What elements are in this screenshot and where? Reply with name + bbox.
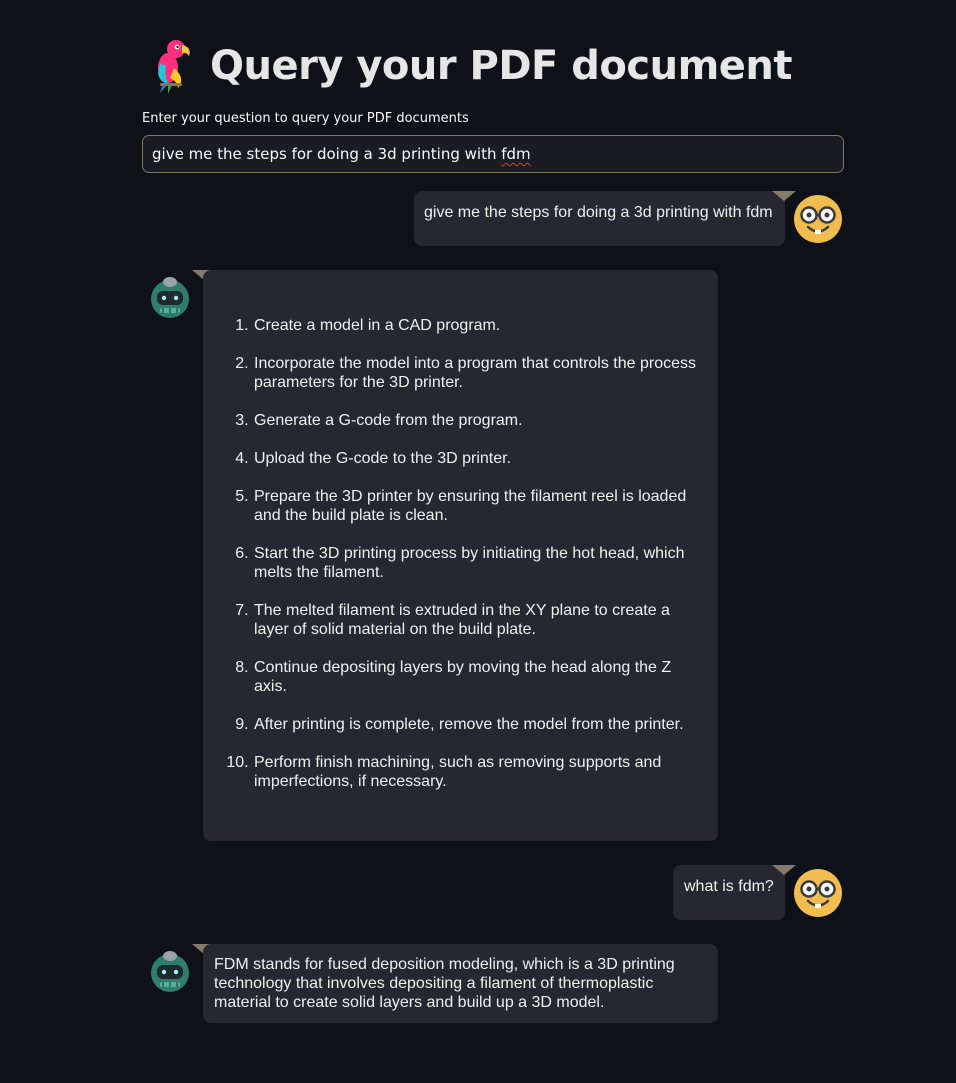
bot-message: Create a model in a CAD program. Incorpo… (203, 270, 718, 841)
list-item: Create a model in a CAD program. (253, 316, 700, 335)
list-item: Perform finish machining, such as removi… (253, 753, 700, 791)
message-text: give me the steps for doing a 3d printin… (424, 204, 773, 221)
list-item: The melted filament is extruded in the X… (253, 601, 700, 639)
list-item: Upload the G-code to the 3D printer. (253, 449, 700, 468)
list-item: Generate a G-code from the program. (253, 411, 700, 430)
bot-message: FDM stands for fused deposition modeling… (203, 944, 718, 1023)
parrot-icon (158, 40, 190, 94)
nerd-face-icon (794, 195, 842, 243)
list-item: Incorporate the model into a program tha… (253, 354, 700, 392)
page-title: Query your PDF document (210, 43, 793, 89)
list-item: Continue depositing layers by moving the… (253, 658, 700, 696)
robot-icon (151, 951, 189, 992)
list-item: Prepare the 3D printer by ensuring the f… (253, 487, 700, 525)
page-header: Query your PDF document (146, 36, 793, 96)
nerd-face-icon (794, 869, 842, 917)
robot-icon (151, 277, 189, 318)
list-item: After printing is complete, remove the m… (253, 715, 700, 734)
user-message: give me the steps for doing a 3d printin… (414, 191, 785, 246)
query-input-text: give me the steps for doing a 3d printin… (152, 145, 531, 163)
list-item: Start the 3D printing process by initiat… (253, 544, 700, 582)
steps-list: Create a model in a CAD program. Incorpo… (203, 316, 700, 791)
query-input-label: Enter your question to query your PDF do… (142, 111, 469, 126)
message-text: FDM stands for fused deposition modeling… (214, 956, 675, 1011)
user-message: what is fdm? (673, 865, 785, 920)
query-input[interactable]: give me the steps for doing a 3d printin… (142, 135, 844, 173)
message-text: what is fdm? (684, 878, 774, 895)
misspelled-word: fdm (501, 145, 531, 163)
